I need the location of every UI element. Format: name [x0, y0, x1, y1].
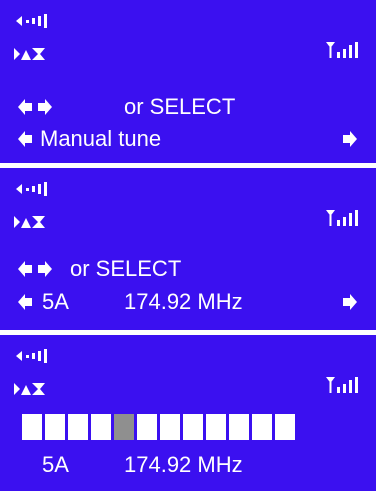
right-arrow-icon[interactable] [343, 294, 357, 310]
signal-segment [68, 414, 88, 440]
signal-segment [45, 414, 65, 440]
channel-row[interactable]: 5A 174.92 MHz [0, 287, 376, 317]
instruction-row: or SELECT [0, 92, 376, 122]
signal-segment [160, 414, 180, 440]
frequency-label: 174.92 MHz [124, 289, 243, 314]
volume-level-icon [16, 349, 47, 363]
volume-level-icon [16, 14, 47, 28]
channel-label: 5A [42, 452, 69, 477]
signal-strength-icon [326, 42, 358, 58]
display-screen-channel-select: or SELECT 5A 174.92 MHz [0, 168, 376, 330]
signal-segment [229, 414, 249, 440]
signal-segment [275, 414, 295, 440]
left-arrow-icon[interactable] [18, 294, 32, 310]
instruction-text: or SELECT [124, 94, 236, 119]
signal-segment [22, 414, 42, 440]
signal-segment [137, 414, 157, 440]
signal-segment [252, 414, 272, 440]
channel-row: 5A 174.92 MHz [0, 450, 376, 480]
dab-logo [14, 48, 45, 60]
left-arrow-icon[interactable] [18, 99, 32, 115]
signal-segment-active [114, 414, 134, 440]
dab-logo [14, 216, 45, 228]
signal-segment [183, 414, 203, 440]
right-arrow-icon[interactable] [343, 131, 357, 147]
signal-segment [206, 414, 226, 440]
menu-item-label: Manual tune [40, 126, 162, 151]
frequency-label: 174.92 MHz [124, 452, 243, 477]
signal-segment [91, 414, 111, 440]
signal-strength-icon [326, 377, 358, 393]
menu-item-row[interactable]: Manual tune [0, 124, 376, 154]
display-screen-manual-tune: or SELECT Manual tune [0, 0, 376, 163]
volume-level-icon [16, 182, 47, 196]
instruction-row: or SELECT [0, 254, 376, 284]
dab-logo [14, 383, 45, 395]
right-arrow-icon[interactable] [38, 261, 52, 277]
display-screen-signal-level: 5A 174.92 MHz [0, 335, 376, 491]
channel-label: 5A [42, 289, 69, 314]
instruction-text: or SELECT [70, 256, 182, 281]
right-arrow-icon[interactable] [38, 99, 52, 115]
signal-strength-icon [326, 210, 358, 226]
left-arrow-icon[interactable] [18, 131, 32, 147]
left-arrow-icon[interactable] [18, 261, 32, 277]
